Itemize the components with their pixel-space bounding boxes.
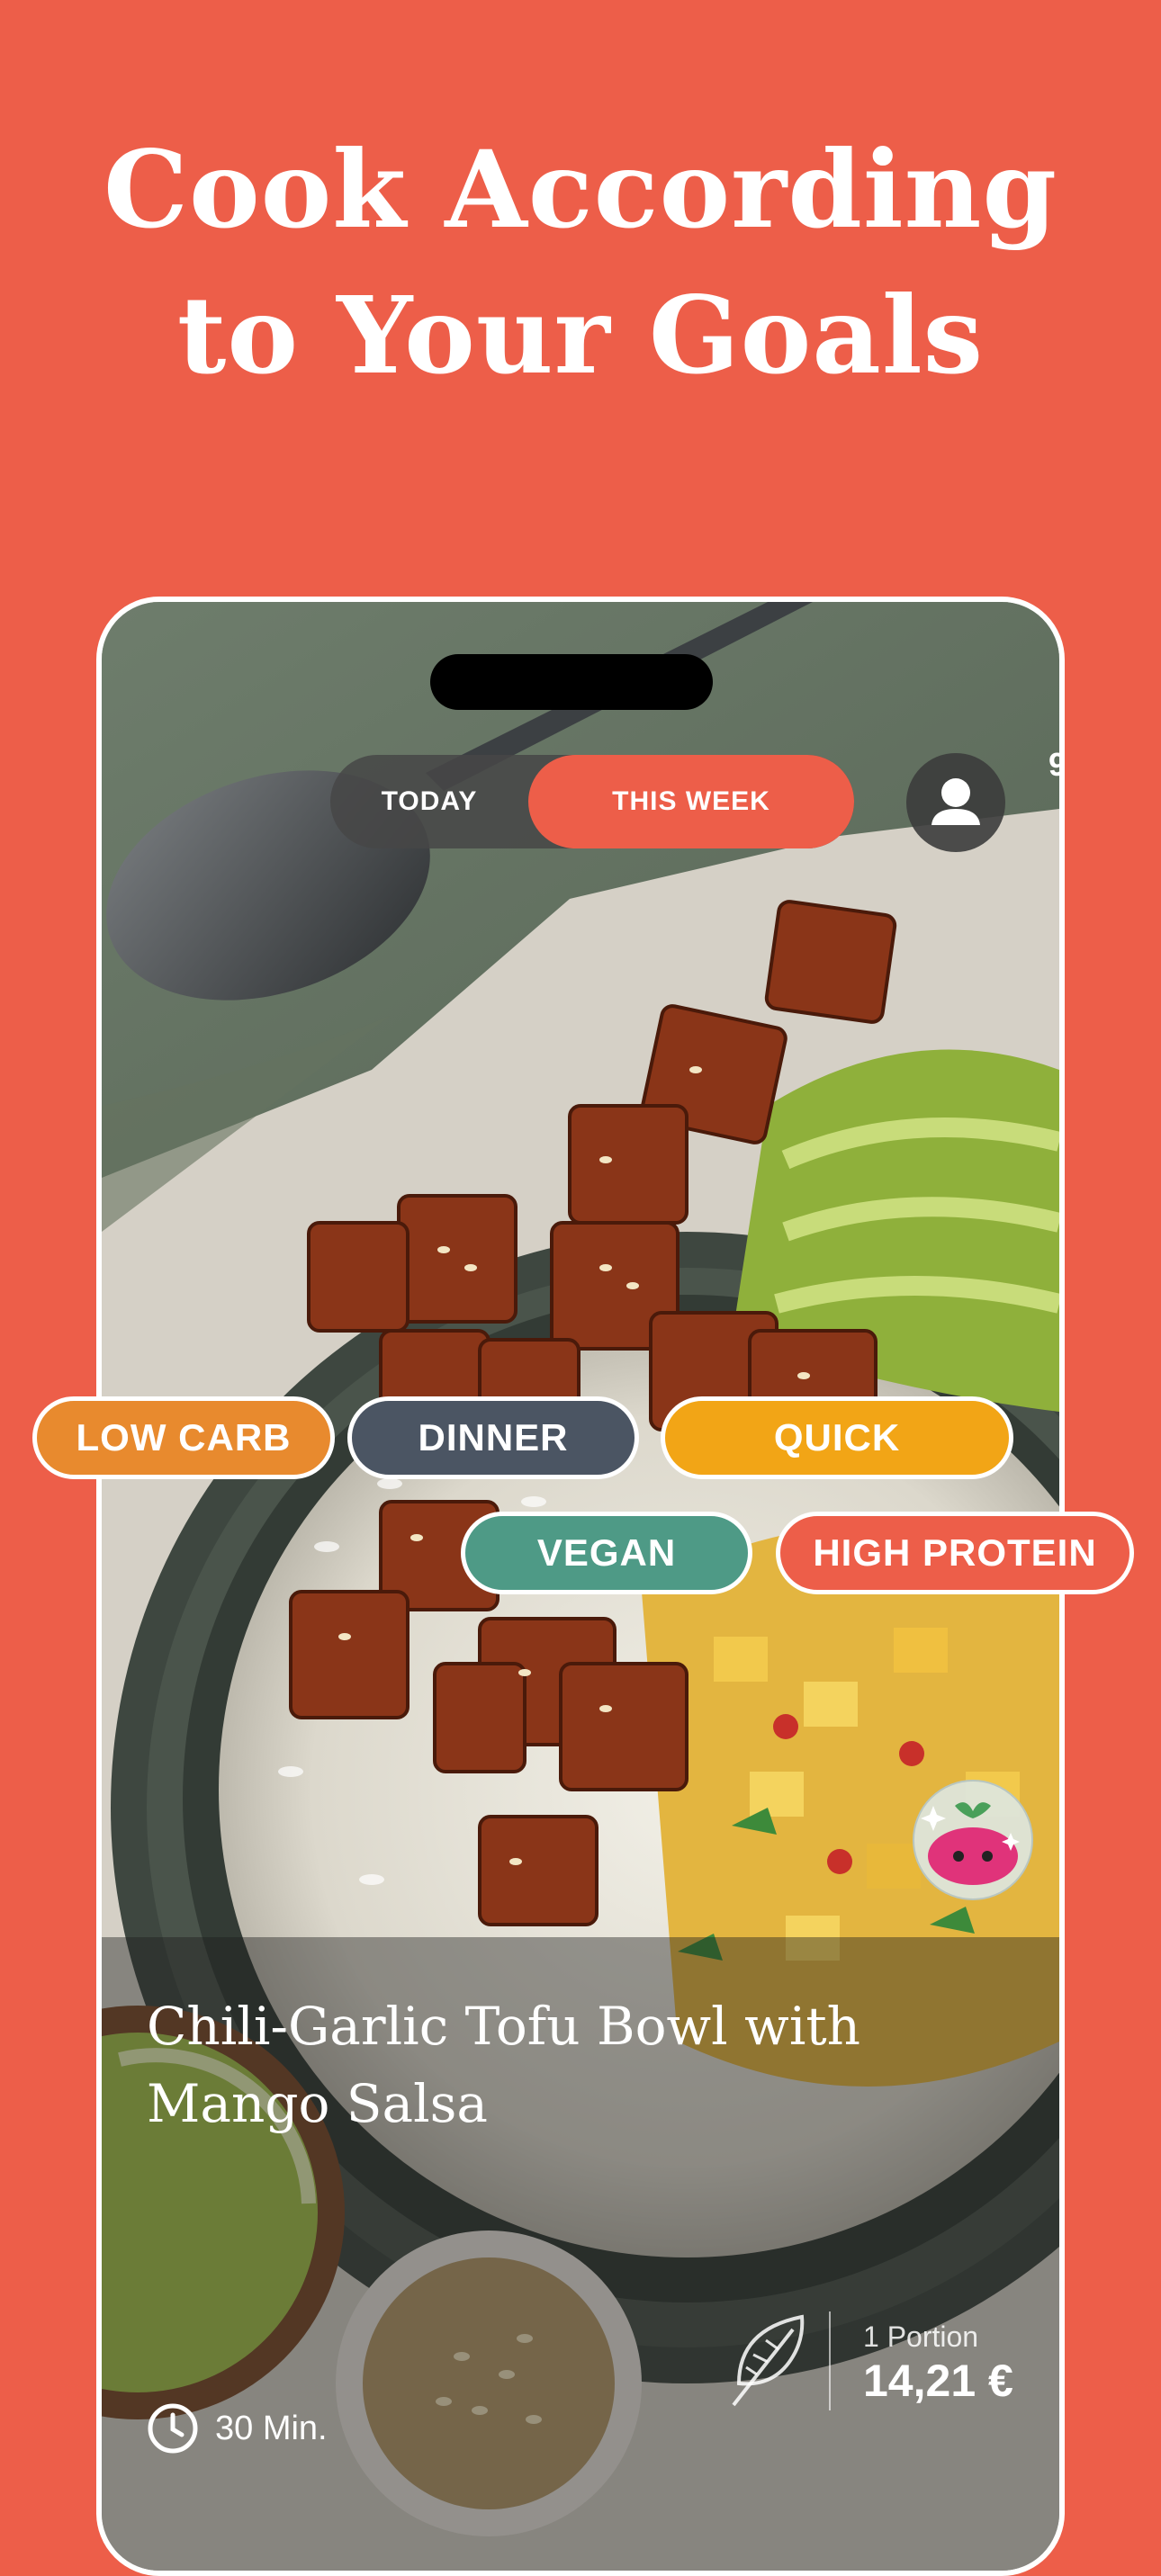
dynamic-island <box>430 654 713 710</box>
tag-high-protein: HIGH PROTEIN <box>776 1512 1134 1594</box>
leaf-icon <box>732 2314 805 2407</box>
recipe-title[interactable]: Chili-Garlic Tofu Bowl with Mango Salsa <box>147 1988 975 2142</box>
clock-icon <box>148 2403 198 2454</box>
partial-edge-text: 9 <box>1048 746 1059 784</box>
tag-low-carb: LOW CARB <box>32 1396 335 1479</box>
cook-time: 30 Min. <box>147 2401 328 2455</box>
profile-button[interactable] <box>906 753 1005 852</box>
mascot-icon <box>913 1780 1033 1900</box>
user-icon <box>932 778 980 825</box>
tab-today[interactable]: TODAY <box>330 755 528 848</box>
headline-line-2: to Your Goals <box>176 273 985 398</box>
cook-time-label: 30 Min. <box>215 2409 328 2447</box>
tag-dinner: DINNER <box>347 1396 639 1479</box>
info-divider <box>829 2311 831 2410</box>
tab-this-week[interactable]: THIS WEEK <box>528 755 854 848</box>
headline-line-1: Cook According <box>104 127 1058 252</box>
segmented-control[interactable]: TODAY THIS WEEK <box>330 755 854 848</box>
tag-quick: QUICK <box>661 1396 1013 1479</box>
tag-vegan: VEGAN <box>461 1512 752 1594</box>
price-value: 14,21 € <box>863 2356 1013 2406</box>
portion-label: 1 Portion <box>863 2320 979 2353</box>
headline: Cook According to Your Goals <box>0 117 1161 408</box>
